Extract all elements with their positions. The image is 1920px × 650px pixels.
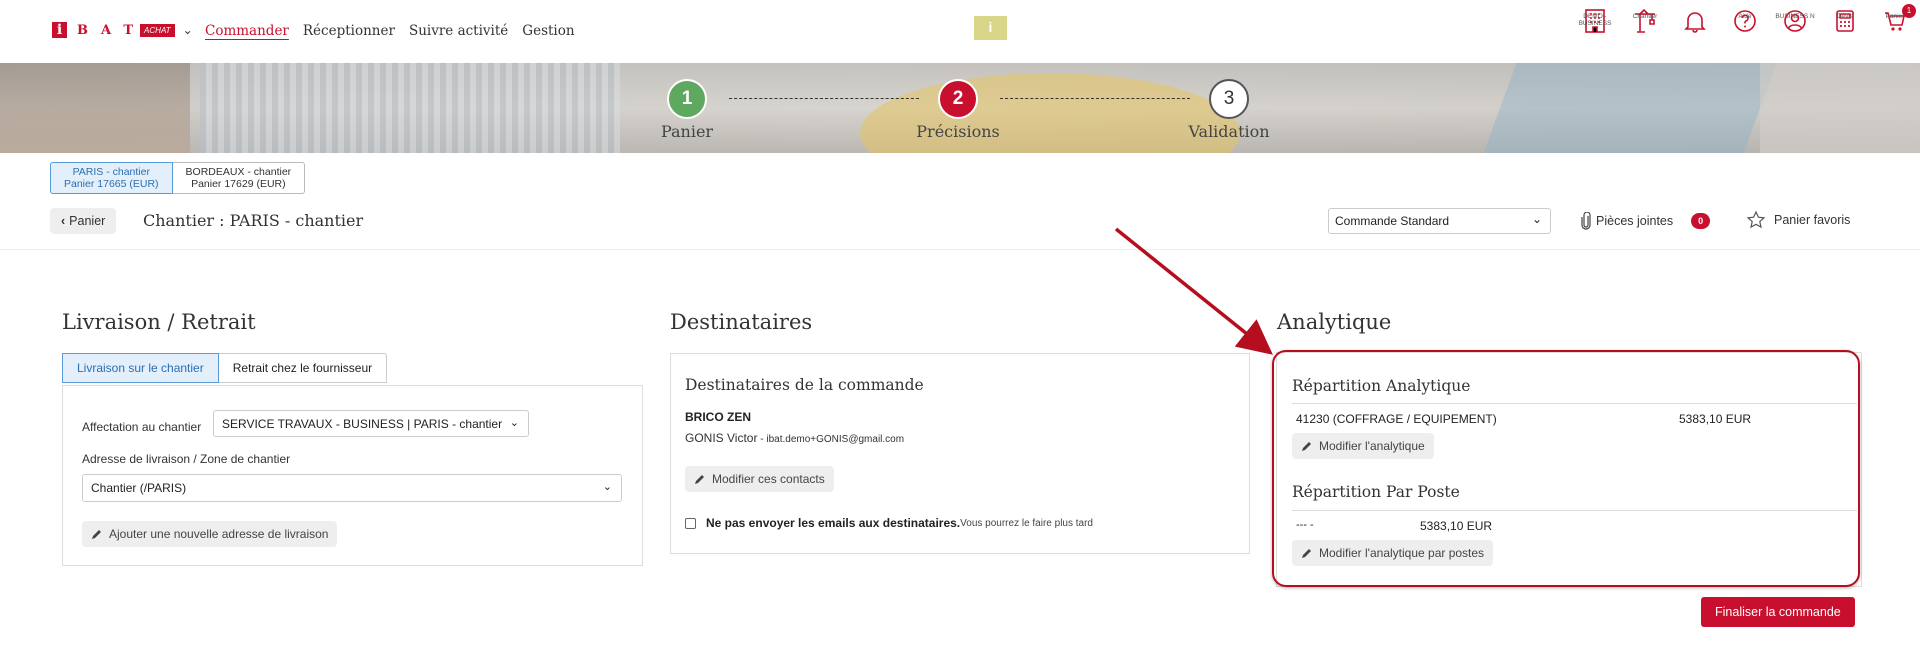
panier-label: Panier bbox=[1885, 13, 1905, 20]
contact-email: - ibat.demo+GONIS@gmail.com bbox=[757, 434, 905, 445]
step-3-circle: 3 bbox=[1209, 79, 1249, 119]
calculator-icon bbox=[1836, 10, 1854, 32]
main-nav: Commander Réceptionner Suivre activité G… bbox=[205, 23, 575, 39]
nav-gestion[interactable]: Gestion bbox=[522, 23, 574, 39]
affectation-value: SERVICE TRAVAUX - BUSINESS | PARIS - cha… bbox=[222, 417, 503, 431]
cart-tab-name: PARIS - chantier bbox=[72, 166, 150, 178]
notifications-button[interactable] bbox=[1670, 8, 1720, 34]
aide-label: Aide bbox=[1738, 13, 1752, 20]
page-title: Chantier : PARIS - chantier bbox=[143, 211, 364, 230]
devis-button[interactable]: Devis bbox=[1820, 8, 1870, 34]
affectation-select[interactable]: SERVICE TRAVAUX - BUSINESS | PARIS - cha… bbox=[213, 410, 529, 437]
livraison-panel: Affectation au chantier SERVICE TRAVAUX … bbox=[62, 385, 643, 566]
company-name: BRICO ZEN bbox=[685, 410, 751, 424]
logo-letters: BAT bbox=[77, 22, 147, 38]
adresse-label: Adresse de livraison / Zone de chantier bbox=[82, 452, 291, 466]
company-logo: i bbox=[974, 16, 1007, 40]
no-email-hint: Vous pourrez le faire plus tard bbox=[960, 517, 1093, 529]
chevron-down-icon: ⌄ bbox=[602, 481, 612, 493]
bell-icon bbox=[1684, 12, 1706, 33]
chevron-down-icon: ⌄ bbox=[1531, 212, 1542, 226]
affectation-label: Affectation au chantier bbox=[82, 420, 202, 434]
chantier-button[interactable]: Chantier bbox=[1620, 8, 1670, 34]
user-label: BUSINESS N bbox=[1775, 13, 1815, 20]
contact-name: GONIS Victor bbox=[685, 431, 758, 445]
step-3-label: Validation bbox=[1188, 122, 1270, 141]
divider bbox=[0, 249, 1920, 250]
panier-button[interactable]: 1 Panier bbox=[1870, 4, 1920, 34]
cart-tab-bordeaux[interactable]: BORDEAUX - chantier Panier 17629 (EUR) bbox=[172, 162, 306, 194]
tab-livraison-chantier[interactable]: Livraison sur le chantier bbox=[62, 353, 219, 383]
nav-commander[interactable]: Commander bbox=[205, 23, 289, 39]
livraison-section-title: Livraison / Retrait bbox=[62, 310, 256, 334]
paperclip-icon bbox=[1581, 212, 1591, 230]
top-header: i BAT ACHAT ⌄ Commander Réceptionner Sui… bbox=[0, 0, 1920, 63]
add-address-button[interactable]: Ajouter une nouvelle adresse de livraiso… bbox=[82, 521, 338, 547]
step-connector bbox=[1000, 98, 1190, 99]
destinataires-panel-title: Destinataires de la commande bbox=[685, 376, 924, 394]
arrow-line bbox=[1114, 227, 1273, 355]
pencil-icon bbox=[695, 475, 704, 484]
finaliser-commande-button[interactable]: Finaliser la commande bbox=[1701, 597, 1855, 627]
step-2-label: Précisions bbox=[916, 122, 1000, 141]
highlight-box bbox=[1272, 350, 1860, 587]
ibat-logo[interactable]: i BAT ACHAT ⌄ bbox=[52, 22, 193, 38]
no-email-checkbox[interactable] bbox=[685, 517, 696, 529]
step-connector bbox=[729, 98, 919, 99]
user-button[interactable]: BUSINESS N bbox=[1770, 8, 1820, 34]
destinataires-panel: Destinataires de la commande BRICO ZEN G… bbox=[670, 353, 1250, 554]
tab-retrait-fournisseur[interactable]: Retrait chez le fournisseur bbox=[218, 353, 388, 383]
livraison-tabs: Livraison sur le chantier Retrait chez l… bbox=[62, 353, 388, 383]
analytique-section-title: Analytique bbox=[1277, 310, 1392, 334]
logo-achat-badge: ACHAT bbox=[140, 23, 175, 37]
devis-label: Devis bbox=[1836, 13, 1854, 20]
demo-business-button[interactable]: DEMO - BUSINESS bbox=[1570, 8, 1620, 34]
nav-suivre-activite[interactable]: Suivre activité bbox=[409, 23, 508, 39]
aide-button[interactable]: Aide bbox=[1720, 8, 1770, 34]
pencil-icon bbox=[92, 530, 101, 539]
chevron-down-icon[interactable]: ⌄ bbox=[183, 23, 193, 37]
destinataires-section-title: Destinataires bbox=[670, 310, 813, 334]
demo-business-label: DEMO - BUSINESS bbox=[1578, 13, 1612, 27]
attachments-count-badge: 0 bbox=[1691, 213, 1711, 229]
star-icon bbox=[1746, 210, 1766, 229]
contact-line: GONIS Victor - ibat.demo+GONIS@gmail.com bbox=[685, 431, 904, 445]
attachments-button[interactable]: Pièces jointes 0 bbox=[1580, 212, 1711, 230]
order-type-value: Commande Standard bbox=[1335, 214, 1450, 228]
crane-icon bbox=[1635, 8, 1655, 33]
no-email-row: Ne pas envoyer les emails aux destinatai… bbox=[685, 516, 1093, 530]
no-email-label: Ne pas envoyer les emails aux destinatai… bbox=[706, 516, 961, 530]
favorites-button[interactable]: Panier favoris bbox=[1746, 210, 1850, 230]
back-to-cart-button[interactable]: ‹ Panier bbox=[50, 208, 117, 234]
step-2-circle: 2 bbox=[938, 79, 978, 119]
cart-tab-detail: Panier 17629 (EUR) bbox=[191, 178, 286, 190]
cart-tabs: PARIS - chantier Panier 17665 (EUR) BORD… bbox=[50, 162, 306, 194]
modify-contacts-label: Modifier ces contacts bbox=[712, 472, 825, 486]
logo-i: i bbox=[52, 22, 67, 38]
cart-tab-name: BORDEAUX - chantier bbox=[185, 166, 292, 178]
user-icon bbox=[1784, 10, 1806, 32]
attachments-label: Pièces jointes bbox=[1596, 214, 1674, 228]
chevron-left-icon: ‹ bbox=[61, 214, 66, 228]
step-1-circle[interactable]: 1 bbox=[667, 79, 707, 119]
nav-receptionner[interactable]: Réceptionner bbox=[303, 23, 395, 39]
modify-contacts-button[interactable]: Modifier ces contacts bbox=[685, 466, 834, 492]
favorites-label: Panier favoris bbox=[1774, 213, 1851, 227]
help-icon bbox=[1734, 10, 1756, 32]
top-icons: DEMO - BUSINESS Chantier Aide BUSINESS N… bbox=[1570, 4, 1920, 34]
adresse-value: Chantier (/PARIS) bbox=[91, 481, 187, 495]
order-type-select[interactable]: Commande Standard ⌄ bbox=[1328, 208, 1551, 234]
add-address-label: Ajouter une nouvelle adresse de livraiso… bbox=[109, 527, 329, 541]
company-logo-mark: i bbox=[988, 19, 993, 35]
chantier-label: Chantier bbox=[1632, 13, 1658, 20]
step-1-label: Panier bbox=[660, 122, 714, 141]
chevron-down-icon: ⌄ bbox=[509, 417, 519, 429]
cart-tab-detail: Panier 17665 (EUR) bbox=[64, 178, 159, 190]
cart-tab-paris[interactable]: PARIS - chantier Panier 17665 (EUR) bbox=[50, 162, 173, 194]
order-stepper: 1 Panier 2 Précisions 3 Validation bbox=[0, 63, 1920, 153]
back-label: Panier bbox=[69, 214, 106, 228]
adresse-select[interactable]: Chantier (/PARIS) ⌄ bbox=[82, 474, 622, 502]
